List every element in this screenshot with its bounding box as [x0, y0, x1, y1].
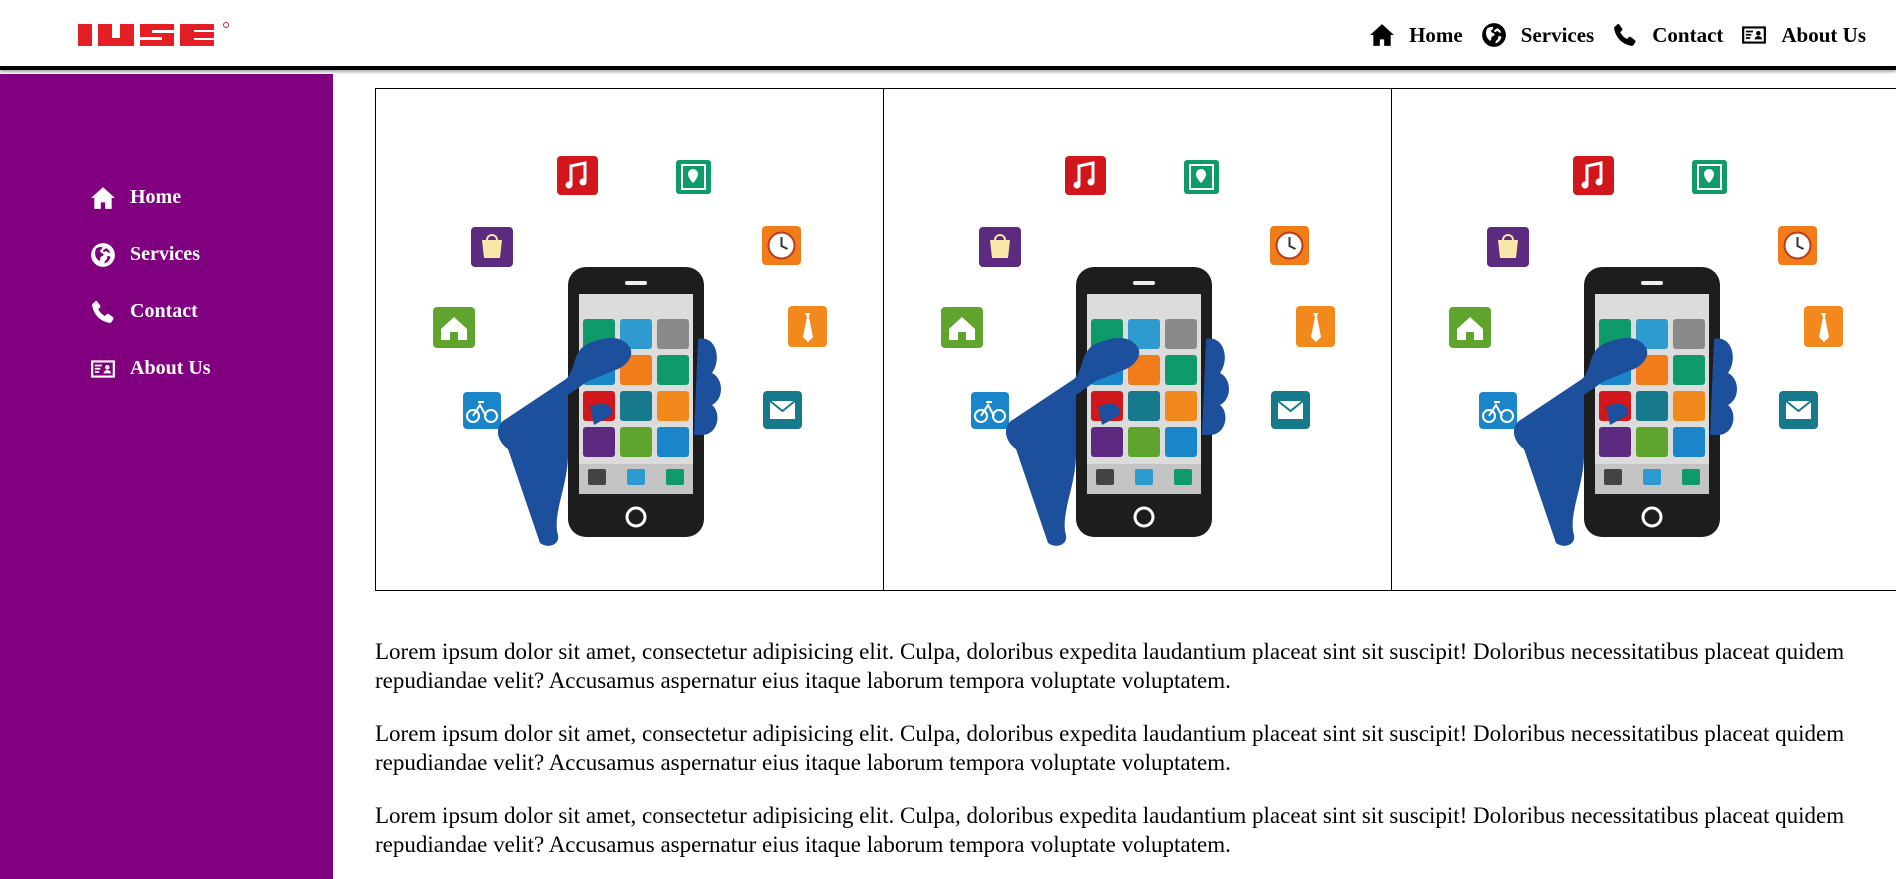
gallery-cell — [376, 89, 884, 590]
top-nav-home-label: Home — [1409, 22, 1463, 47]
top-nav-contact-label: Contact — [1652, 22, 1724, 47]
sidebar-item-label: Services — [130, 243, 200, 265]
sidebar-item-label: Contact — [130, 300, 198, 322]
mobile-apps-illustration — [376, 89, 884, 590]
top-nav-about[interactable]: About Us — [1741, 22, 1866, 48]
globe-icon — [1481, 22, 1507, 48]
sidebar-item-about[interactable]: About Us — [90, 340, 211, 397]
home-icon — [90, 185, 116, 211]
sidebar-item-home[interactable]: Home — [90, 169, 211, 226]
body-paragraph: Lorem ipsum dolor sit amet, consectetur … — [375, 803, 1845, 857]
home-icon — [1369, 22, 1395, 48]
body-paragraph: Lorem ipsum dolor sit amet, consectetur … — [375, 639, 1845, 693]
top-nav-about-label: About Us — [1781, 22, 1866, 47]
top-nav-services-label: Services — [1520, 22, 1595, 47]
id-card-icon — [1741, 22, 1767, 48]
sidebar-item-services[interactable]: Services — [90, 226, 211, 283]
main-content: Lorem ipsum dolor sit amet, consectetur … — [375, 637, 1896, 879]
mobile-apps-illustration — [1392, 89, 1896, 590]
gallery-cell — [884, 89, 1392, 590]
phone-icon — [1612, 22, 1638, 48]
top-nav-home[interactable]: Home — [1369, 22, 1463, 48]
top-nav-services[interactable]: Services — [1481, 22, 1594, 48]
globe-icon — [90, 242, 116, 268]
sidebar-item-label: About Us — [130, 357, 211, 379]
id-card-icon — [90, 356, 116, 382]
body-paragraph: Lorem ipsum dolor sit amet, consectetur … — [375, 721, 1845, 775]
sidebar: Home Services Contact About Us — [0, 74, 333, 879]
phone-icon — [90, 299, 116, 325]
ijse-logo[interactable] — [78, 20, 230, 52]
top-header: Home Services Contact About Us — [0, 0, 1896, 70]
top-nav: Home Services Contact About Us — [1351, 20, 1866, 50]
image-gallery — [375, 88, 1896, 591]
mobile-apps-illustration — [884, 89, 1392, 590]
gallery-cell — [1392, 89, 1896, 590]
sidebar-item-contact[interactable]: Contact — [90, 283, 211, 340]
sidebar-item-label: Home — [130, 186, 182, 208]
sidebar-nav: Home Services Contact About Us — [90, 169, 211, 397]
top-nav-contact[interactable]: Contact — [1612, 22, 1723, 48]
